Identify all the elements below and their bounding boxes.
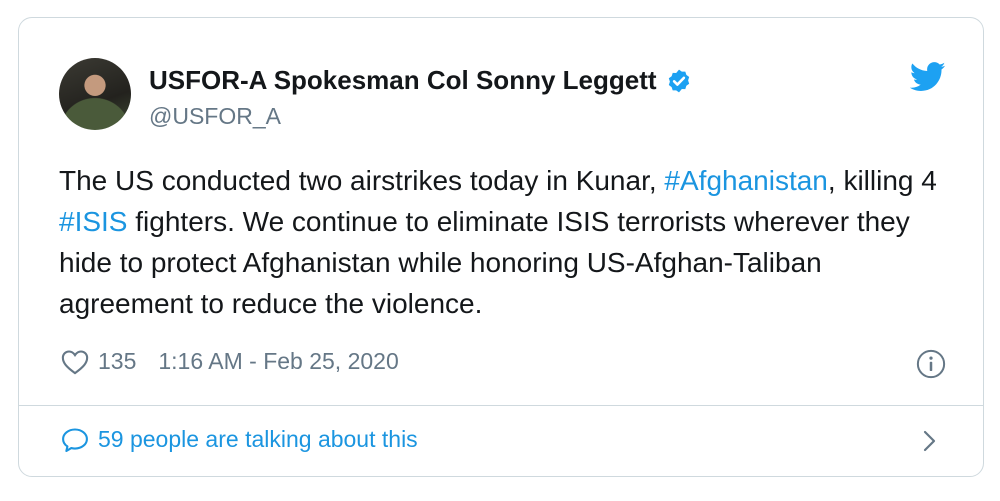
speech-bubble-icon: [62, 427, 88, 452]
tweet-card[interactable]: USFOR-A Spokesman Col Sonny Leggett @USF…: [18, 17, 984, 477]
tweet-text: The US conducted two airstrikes today in…: [59, 160, 959, 324]
info-icon[interactable]: [916, 349, 946, 379]
tweet-text-part: , killing 4: [827, 165, 937, 196]
chevron-right-icon[interactable]: [919, 428, 939, 454]
like-count[interactable]: 135: [98, 348, 136, 375]
heart-icon[interactable]: [61, 349, 89, 375]
twitter-bird-icon[interactable]: [910, 62, 946, 92]
hashtag-link-afghanistan[interactable]: #Afghanistan: [664, 165, 827, 196]
tweet-text-part: The US conducted two airstrikes today in…: [59, 165, 665, 196]
timestamp[interactable]: 1:16 AM - Feb 25, 2020: [158, 348, 398, 375]
conversation-label[interactable]: 59 people are talking about this: [98, 426, 418, 453]
hashtag-link-isis[interactable]: #ISIS: [59, 206, 127, 237]
tweet-meta: 135 1:16 AM - Feb 25, 2020: [61, 348, 399, 375]
author-name[interactable]: USFOR-A Spokesman Col Sonny Leggett: [149, 65, 657, 96]
avatar[interactable]: [59, 58, 131, 130]
verified-badge-icon: [668, 69, 689, 92]
author-handle[interactable]: @USFOR_A: [149, 103, 281, 130]
divider: [19, 405, 983, 406]
author-row: USFOR-A Spokesman Col Sonny Leggett: [149, 65, 692, 96]
conversation-link[interactable]: 59 people are talking about this: [61, 426, 418, 453]
tweet-text-part: fighters. We continue to eliminate ISIS …: [59, 206, 910, 319]
